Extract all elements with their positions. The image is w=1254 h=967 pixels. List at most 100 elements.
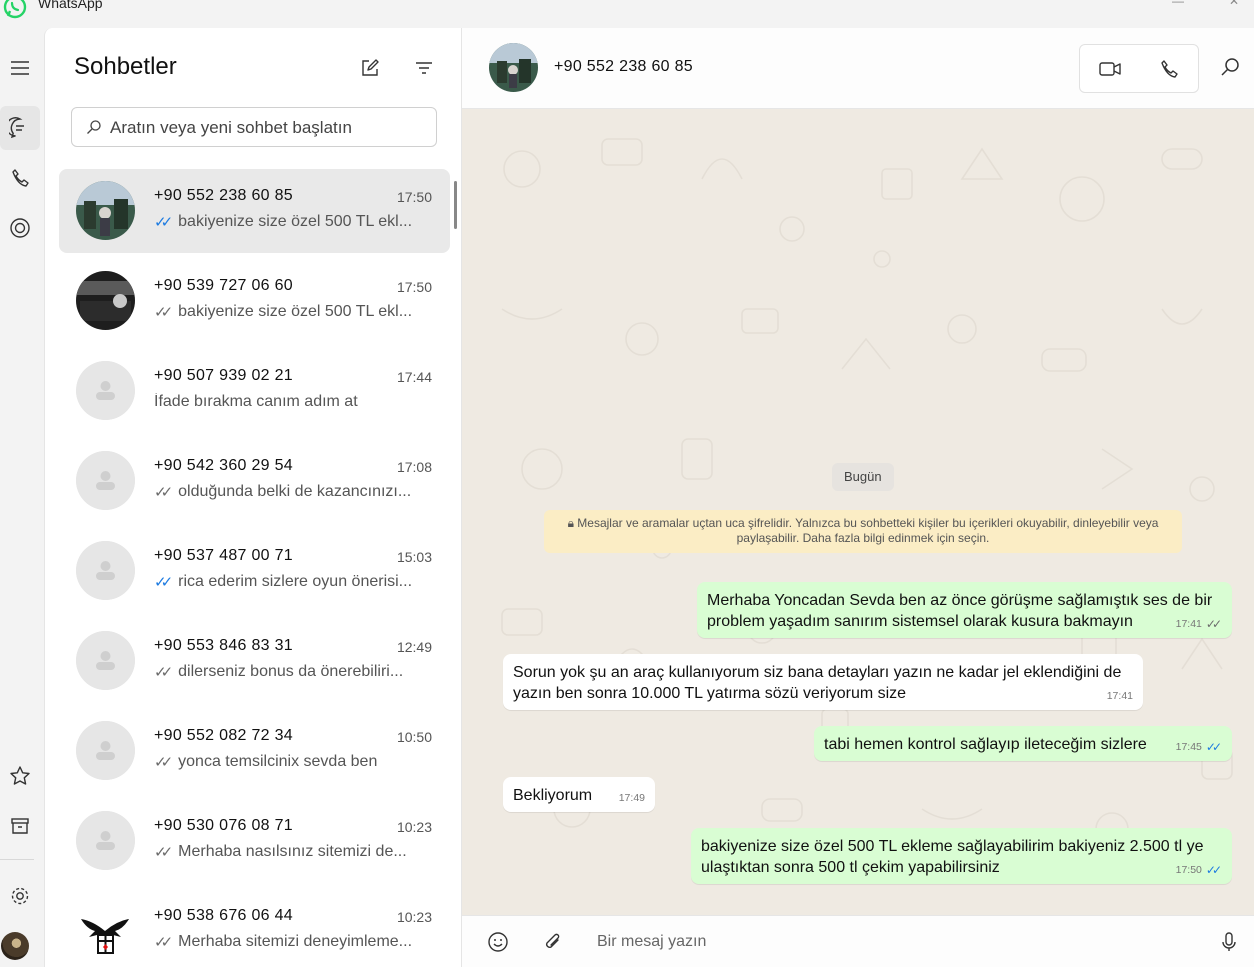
chat-preview: ✓✓ bakiyenize size özel 500 TL ekl...	[154, 213, 416, 231]
message-bubble[interactable]: Sorun yok şu an araç kullanıyorum siz ba…	[503, 654, 1143, 710]
eagle-logo-icon	[76, 901, 135, 960]
chat-list-item[interactable]: +90 537 487 00 71 15:03 ✓✓ rica ederim sizl…	[59, 529, 450, 613]
chat-list-item[interactable]: +90 553 846 83 31 12:49 ✓✓ dilerseniz bonus…	[59, 619, 450, 703]
video-camera-icon	[1099, 62, 1121, 76]
chat-list-item[interactable]: +90 530 076 08 71 10:23 ✓✓ Merhaba nasılsın…	[59, 799, 450, 883]
chat-name: +90 552 238 60 85	[154, 187, 294, 204]
chat-time: 12:49	[396, 639, 432, 655]
chat-name: +90 553 846 83 31	[154, 637, 294, 654]
conversation-panel: +90 552 238 60 85 Bugün 🔒︎ Mesajlar ve a…	[462, 28, 1254, 967]
minimize-button[interactable]: —	[1168, 0, 1188, 8]
chat-name: +90 538 676 06 44	[154, 907, 294, 924]
status-nav-button[interactable]	[0, 206, 40, 250]
read-tick-icon: ✓✓	[154, 574, 173, 591]
close-window-button[interactable]: ✕	[1224, 0, 1244, 8]
chat-time: 17:44	[396, 369, 432, 385]
chat-preview-text: Merhaba nasılsınız sitemizi de...	[178, 843, 407, 860]
chat-list-item[interactable]: +90 539 727 06 60 17:50 ✓✓ bakiyenize size …	[59, 259, 450, 343]
settings-nav-button[interactable]	[0, 874, 40, 918]
chat-time: 10:50	[396, 729, 432, 745]
chat-list-scrollbar[interactable]	[454, 181, 457, 229]
encryption-notice[interactable]: 🔒︎ Mesajlar ve aramalar uçtan uca şifrel…	[544, 510, 1182, 553]
default-avatar-icon	[76, 541, 135, 600]
message-bubble[interactable]: Merhaba Yoncadan Sevda ben az önce görüş…	[697, 582, 1232, 638]
status-icon	[10, 218, 30, 238]
message-area: Bugün 🔒︎ Mesajlar ve aramalar uçtan uca …	[462, 109, 1254, 915]
read-tick-icon: ✓✓	[1205, 863, 1222, 877]
chats-icon	[9, 117, 24, 139]
read-tick-icon: ✓✓	[154, 214, 173, 231]
attach-button[interactable]	[542, 931, 564, 953]
contact-avatar[interactable]	[489, 43, 538, 92]
nav-rail	[0, 28, 44, 967]
chats-nav-button[interactable]	[0, 106, 40, 150]
lock-icon: 🔒︎	[567, 516, 578, 530]
default-avatar-icon	[76, 451, 135, 510]
search-input[interactable]	[110, 116, 420, 140]
date-separator: Bugün	[832, 463, 894, 491]
sent-tick-icon: ✓✓	[154, 484, 173, 501]
message-meta: 17:50 ✓✓	[1176, 860, 1222, 881]
message-bubble[interactable]: tabi hemen kontrol sağlayıp ileteceğim s…	[814, 726, 1232, 761]
chat-preview: ✓✓ Merhaba nasılsınız sitemizi de...	[154, 843, 416, 861]
chat-list-item[interactable]: +90 552 238 60 85 17:50 ✓✓ bakiyenize size …	[59, 169, 450, 253]
title-bar: WhatsApp — ✕	[0, 0, 1254, 28]
search-in-chat-icon[interactable]	[1219, 56, 1241, 78]
profile-avatar[interactable]	[1, 932, 29, 960]
search-box	[71, 107, 437, 147]
star-icon	[10, 766, 30, 785]
menu-button[interactable]	[0, 46, 40, 90]
message-text: Merhaba Yoncadan Sevda ben az önce görüş…	[707, 592, 1213, 630]
message-time: 17:50	[1175, 864, 1202, 876]
new-chat-button[interactable]	[358, 56, 382, 80]
chat-time: 15:03	[396, 549, 432, 565]
gear-icon	[11, 887, 29, 905]
chat-preview-text: yonca temsilcinix sevda ben	[178, 753, 378, 770]
message-time: 17:41	[1175, 618, 1202, 630]
calls-nav-button[interactable]	[0, 156, 40, 200]
chat-name: +90 530 076 08 71	[154, 817, 294, 834]
video-call-button[interactable]	[1098, 57, 1122, 81]
phone-icon	[1161, 60, 1178, 78]
message-input[interactable]	[597, 930, 1197, 954]
sent-tick-icon: ✓✓	[154, 304, 173, 321]
voice-call-button[interactable]	[1157, 57, 1181, 81]
chat-time: 10:23	[396, 819, 432, 835]
chat-preview-text: bakiyenize size özel 500 TL ekl...	[178, 303, 413, 320]
chat-time: 17:50	[396, 279, 432, 295]
message-meta: 17:49	[619, 788, 645, 809]
chat-list-item[interactable]: +90 542 360 29 54 17:08 ✓✓ olduğunda belki …	[59, 439, 450, 523]
read-tick-icon: ✓✓	[1205, 740, 1222, 754]
message-meta: 17:41	[1107, 686, 1133, 707]
message-text: bakiyenize size özel 500 TL ekleme sağla…	[701, 838, 1204, 876]
chat-list: +90 552 238 60 85 17:50 ✓✓ bakiyenize size …	[59, 169, 451, 967]
default-avatar-icon	[76, 631, 135, 690]
starred-nav-button[interactable]	[0, 754, 40, 798]
contact-name[interactable]: +90 552 238 60 85	[554, 58, 693, 76]
message-text: Sorun yok şu an araç kullanıyorum siz ba…	[513, 664, 1122, 702]
message-text: Bekliyorum	[513, 787, 593, 804]
archived-nav-button[interactable]	[0, 804, 40, 848]
sent-tick-icon: ✓✓	[1205, 617, 1222, 631]
chat-preview: ✓✓ olduğunda belki de kazancınızı...	[154, 483, 416, 501]
sent-tick-icon: ✓✓	[154, 754, 173, 771]
chat-preview: ✓✓ rica ederim sizlere oyun önerisi...	[154, 573, 416, 591]
chat-time: 10:23	[396, 909, 432, 925]
chat-preview-text: rica ederim sizlere oyun önerisi...	[178, 573, 413, 590]
sent-tick-icon: ✓✓	[154, 664, 173, 681]
call-buttons	[1079, 44, 1199, 93]
sent-tick-icon: ✓✓	[154, 844, 173, 861]
chat-list-title: Sohbetler	[74, 53, 177, 80]
chat-list-item[interactable]: +90 552 082 72 34 10:50 ✓✓ yonca temsilcini…	[59, 709, 450, 793]
message-bubble[interactable]: Bekliyorum 17:49	[503, 777, 655, 812]
message-bubble[interactable]: bakiyenize size özel 500 TL ekleme sağla…	[691, 828, 1232, 884]
filter-button[interactable]	[412, 56, 436, 80]
chat-list-item[interactable]: +90 507 939 02 21 17:44 İfade bırakma canı…	[59, 349, 450, 433]
contact-photo	[76, 181, 135, 240]
emoji-button[interactable]	[487, 931, 509, 953]
chat-time: 17:50	[396, 189, 432, 205]
chat-list-item[interactable]: +90 538 676 06 44 10:23 ✓✓ Merhaba sitemizi…	[59, 889, 450, 967]
chat-preview-text: olduğunda belki de kazancınızı...	[178, 483, 412, 500]
message-time: 17:49	[618, 792, 645, 804]
voice-message-button[interactable]	[1218, 931, 1240, 953]
